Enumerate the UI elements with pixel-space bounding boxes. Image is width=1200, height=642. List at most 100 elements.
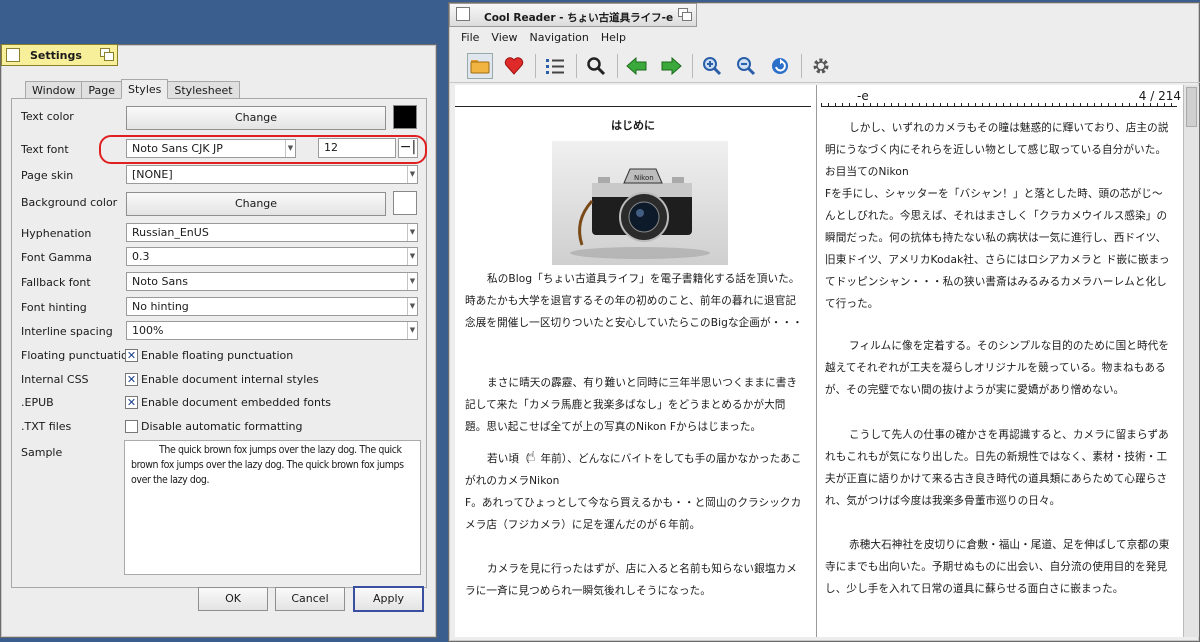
left-page[interactable]: はじめに Nikon 私のBlog「ちょい古道具ライフ」を電子書籍化する話を頂い…	[455, 85, 817, 637]
fallback-font-value: Noto Sans	[132, 275, 188, 288]
toc-list-icon[interactable]	[542, 53, 568, 79]
camera-image-icon: Nikon	[570, 168, 710, 259]
chevron-down-icon: ▼	[407, 248, 417, 265]
text-color-label: Text color	[21, 110, 74, 123]
font-gamma-select[interactable]: 0.3 ▼	[126, 247, 418, 266]
epub-checkbox[interactable]: ✕	[125, 396, 138, 409]
font-hinting-label: Font hinting	[21, 301, 87, 314]
page-header-rule	[455, 106, 811, 107]
fallback-font-select[interactable]: Noto Sans ▼	[126, 272, 418, 291]
txt-files-label: .TXT files	[21, 420, 72, 433]
paragraph: まさに晴天の霹靂、有り難いと同時に三年半思いつくままに書き記して来た「カメラ馬鹿…	[465, 377, 798, 433]
book-title-header: -e	[857, 89, 869, 103]
hand-cursor-icon: ☝	[527, 449, 536, 465]
ok-button[interactable]: OK	[198, 587, 268, 611]
chevron-down-icon: ▼	[407, 273, 417, 290]
text-color-swatch[interactable]	[393, 105, 417, 129]
paragraph: フィルムに像を定着する。そのシンプルな目的のために国と時代を越えてそれぞれが工夫…	[825, 340, 1170, 396]
page-skin-value: [NONE]	[132, 168, 173, 181]
font-hinting-value: No hinting	[132, 300, 189, 313]
text-font-label: Text font	[21, 143, 69, 156]
paragraph: こうして先人の仕事の確かさを再認識すると、カメラに留まらずあれもこれもが気になり…	[825, 429, 1169, 507]
highlight-annotation	[99, 135, 427, 164]
floating-punctuation-text: Enable floating punctuation	[141, 349, 294, 362]
window-menu-icon[interactable]	[456, 7, 470, 21]
search-icon[interactable]	[583, 53, 609, 79]
settings-tabs: Window Page Styles Stylesheet	[25, 79, 240, 99]
settings-titlebar[interactable]: Settings	[1, 44, 118, 66]
font-hinting-select[interactable]: No hinting ▼	[126, 297, 418, 316]
background-color-change-button[interactable]: Change	[126, 192, 386, 216]
scrollbar-thumb[interactable]	[1186, 87, 1197, 127]
toolbar-separator	[576, 53, 577, 78]
txt-files-text: Disable automatic formatting	[141, 420, 303, 433]
window-menu-icon[interactable]	[6, 48, 20, 62]
paragraph: 私のBlog「ちょい古道具ライフ」を電子書籍化する話を頂いた。時あたかも大学を退…	[465, 273, 803, 329]
vertical-scrollbar[interactable]	[1183, 85, 1199, 637]
tab-stylesheet[interactable]: Stylesheet	[167, 81, 240, 99]
hyphenation-select[interactable]: Russian_EnUS ▼	[126, 223, 418, 242]
page-skin-label: Page skin	[21, 169, 74, 182]
apply-button[interactable]: Apply	[353, 586, 424, 612]
page-skin-select[interactable]: [NONE] ▼	[126, 165, 418, 184]
zoom-in-icon[interactable]	[699, 53, 725, 79]
page-indicator: 4 / 214	[1138, 89, 1181, 103]
tab-page[interactable]: Page	[81, 81, 123, 99]
toolbar-separator	[617, 53, 618, 78]
cancel-button[interactable]: Cancel	[275, 587, 345, 611]
toolbar	[449, 49, 1200, 83]
rotate-icon[interactable]	[767, 53, 793, 79]
epub-label: .EPUB	[21, 396, 54, 409]
camera-photo: Nikon	[552, 141, 728, 265]
settings-window: Settings Window Page Styles Stylesheet T…	[0, 44, 437, 638]
interline-spacing-value: 100%	[132, 324, 164, 337]
menu-help[interactable]: Help	[595, 29, 632, 49]
internal-css-checkbox[interactable]: ✕	[125, 373, 138, 386]
zoom-out-icon[interactable]	[733, 53, 759, 79]
chevron-down-icon: ▼	[407, 166, 417, 183]
back-arrow-icon[interactable]	[624, 53, 650, 79]
forward-arrow-icon[interactable]	[658, 53, 684, 79]
chapter-heading: はじめに	[611, 119, 655, 132]
open-folder-icon[interactable]	[467, 52, 493, 79]
background-color-swatch[interactable]	[393, 191, 417, 215]
text-color-change-button[interactable]: Change	[126, 106, 386, 130]
reader-window: Cool Reader - ちょい古道具ライフ-e File View Navi…	[448, 2, 1200, 642]
menu-bar: File View Navigation Help	[449, 29, 1200, 49]
chevron-down-icon: ▼	[407, 224, 417, 241]
toolbar-separator	[535, 53, 536, 78]
settings-gear-icon[interactable]	[808, 53, 834, 79]
reader-titlebar[interactable]: Cool Reader - ちょい古道具ライフ-e	[449, 3, 697, 27]
chevron-down-icon: ▼	[407, 322, 417, 339]
floating-punctuation-checkbox[interactable]: ✕	[125, 349, 138, 362]
fallback-font-label: Fallback font	[21, 276, 91, 289]
interline-spacing-select[interactable]: 100% ▼	[126, 321, 418, 340]
interline-spacing-label: Interline spacing	[21, 325, 113, 338]
hyphenation-label: Hyphenation	[21, 227, 92, 240]
maximize-icon[interactable]	[678, 8, 694, 23]
bookmark-heart-icon[interactable]	[501, 53, 527, 79]
font-gamma-value: 0.3	[132, 250, 150, 263]
epub-text: Enable document embedded fonts	[141, 396, 332, 409]
paragraph: 若い頃（ 年前）、どんなにバイトをしても手の届かなかったあこがれのカメラNiko…	[465, 453, 802, 487]
txt-files-checkbox[interactable]	[125, 420, 138, 433]
tab-window[interactable]: Window	[25, 81, 83, 99]
toolbar-separator	[692, 53, 693, 78]
sample-label: Sample	[21, 446, 63, 459]
paragraph: しかし、いずれのカメラもその瞳は魅惑的に輝いており、店主の説明にうなづく内にそれ…	[825, 122, 1169, 178]
floating-punctuation-label: Floating punctuation	[21, 349, 135, 362]
right-page[interactable]: -e 4 / 214 しかし、いずれのカメラもその瞳は魅惑的に輝いており、店主の…	[817, 85, 1183, 637]
font-gamma-label: Font Gamma	[21, 251, 92, 264]
menu-file[interactable]: File	[455, 29, 485, 49]
menu-view[interactable]: View	[485, 29, 523, 49]
tab-styles[interactable]: Styles	[121, 79, 169, 99]
paragraph: Fを手にし、シャッターを「バシャン！」と落とした時、頭の芯がじ〜んとしびれた。今…	[825, 188, 1170, 310]
hyphenation-value: Russian_EnUS	[132, 226, 209, 239]
sample-preview: The quick brown fox jumps over the lazy …	[124, 440, 421, 575]
paragraph: F。あれってひょっとして今なら買えるかも・・と岡山のクラシックカメラ店（フジカメ…	[465, 497, 802, 531]
paragraph: カメラを見に行ったはずが、店に入ると名前も知らない銀塩カメラに一斉に見つめられ一…	[465, 563, 797, 597]
menu-navigation[interactable]: Navigation	[524, 29, 595, 49]
paragraph: 赤穂大石神社を皮切りに倉敷・福山・尾道、足を伸ばして京都の東寺にまでも出向いた。…	[825, 539, 1170, 595]
maximize-icon[interactable]	[100, 48, 116, 63]
chevron-down-icon: ▼	[407, 298, 417, 315]
